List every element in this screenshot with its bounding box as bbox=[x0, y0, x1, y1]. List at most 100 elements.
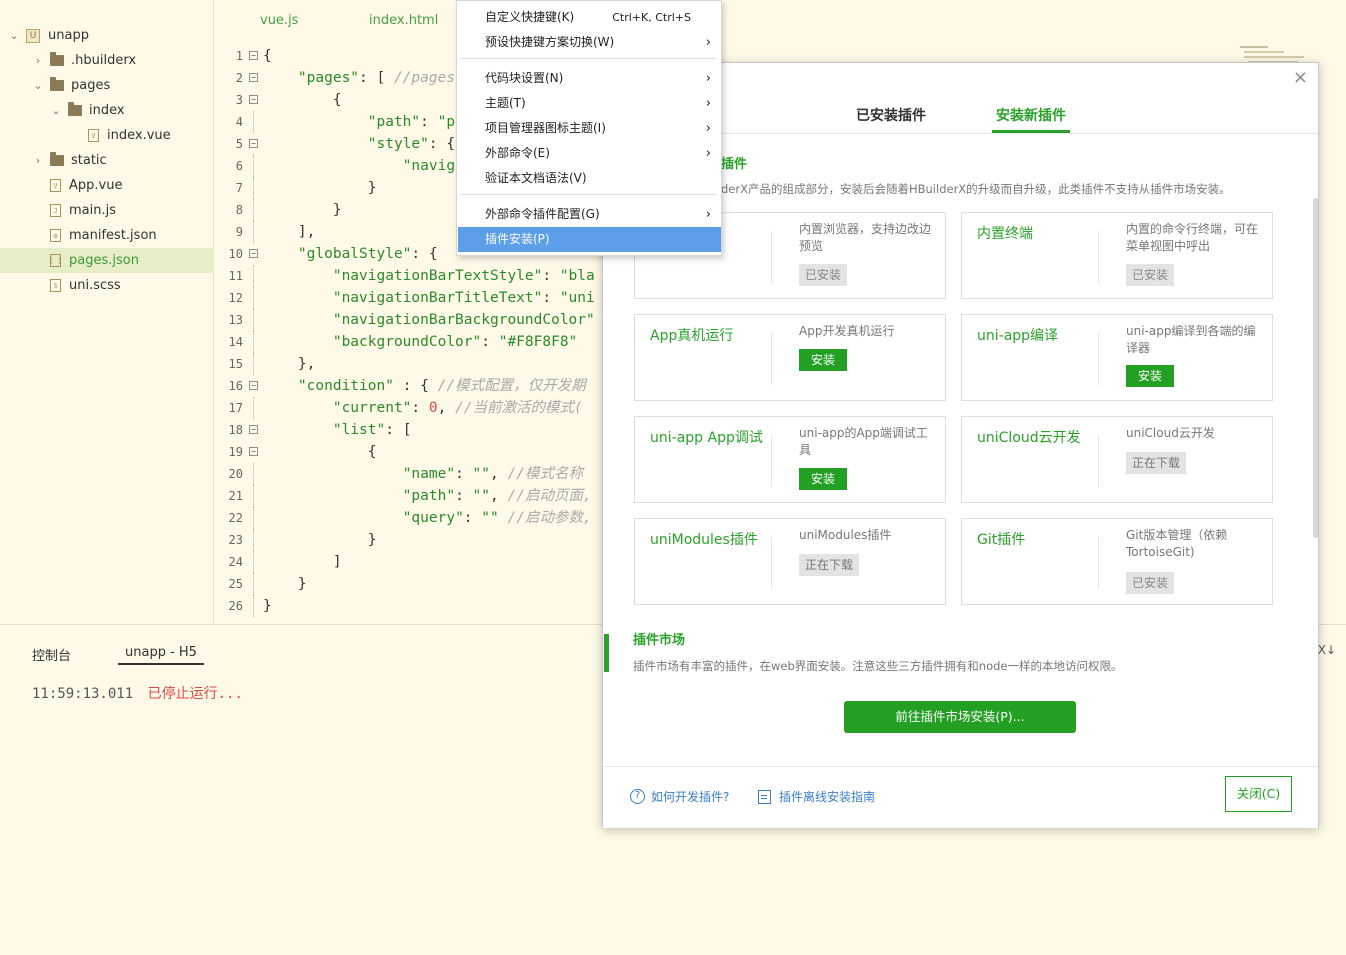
core-section-desc: derX产品的组成部分，安装后会随着HBuilderX的升级而自升级，此类插件不… bbox=[721, 182, 1231, 196]
menu-item[interactable]: 自定义快捷键(K) Ctrl+K, Ctrl+S bbox=[458, 5, 721, 30]
line-number: 23 bbox=[228, 533, 243, 547]
code-line: "path": "", //启动页面, bbox=[402, 488, 592, 504]
indent-guide bbox=[253, 199, 254, 221]
menu-item[interactable]: 外部命令(E) › bbox=[458, 141, 721, 166]
fold-toggle-icon[interactable]: − bbox=[249, 249, 258, 258]
vue-file-icon: V bbox=[88, 129, 99, 142]
chevron-down-icon[interactable]: ⌄ bbox=[8, 29, 20, 42]
card-divider bbox=[771, 231, 772, 283]
plugin-desc: App开发真机运行 bbox=[799, 324, 895, 338]
plugin-card: App真机运行 App开发真机运行安装 bbox=[634, 314, 946, 401]
code-line: "navig bbox=[402, 158, 456, 174]
menu-item[interactable]: 外部命令插件配置(G) › bbox=[458, 202, 721, 227]
js-file-icon: J bbox=[50, 204, 61, 217]
installed-badge: 已安装 bbox=[799, 264, 848, 286]
fold-toggle-icon[interactable]: − bbox=[249, 425, 258, 434]
json-file-icon: [ ] bbox=[49, 254, 62, 267]
installed-badge: 已安装 bbox=[1126, 264, 1175, 286]
line-number: 25 bbox=[228, 577, 243, 591]
tree-item[interactable]: ⌄ Uunapp bbox=[0, 23, 214, 48]
menu-item[interactable]: 预设快捷键方案切换(W) › bbox=[458, 30, 721, 55]
card-divider bbox=[1098, 537, 1099, 589]
menu-item[interactable]: 验证本文档语法(V) bbox=[458, 166, 721, 191]
code-line: } bbox=[263, 532, 377, 548]
chevron-right-icon[interactable]: › bbox=[32, 54, 44, 67]
plugin-desc: uni-app的App端调试工具 bbox=[799, 426, 928, 457]
code-line: "list": [ bbox=[332, 422, 412, 438]
indent-guide bbox=[253, 331, 254, 353]
goto-market-button[interactable]: 前往插件市场安装(P)... bbox=[844, 701, 1076, 733]
menu-item-label: 外部命令插件配置(G) bbox=[485, 207, 600, 221]
chevron-right-icon[interactable]: › bbox=[32, 154, 44, 167]
close-button[interactable]: 关闭(C) bbox=[1225, 776, 1292, 812]
tree-item[interactable]: ⌄ index bbox=[0, 98, 214, 123]
tree-item[interactable]: Jmain.js bbox=[0, 198, 214, 223]
line-number: 13 bbox=[228, 313, 243, 327]
tab-installed-plugins[interactable]: 已安装插件 bbox=[856, 105, 926, 125]
menu-item[interactable]: 插件安装(P) bbox=[458, 227, 721, 252]
offline-guide-link[interactable]: 插件离线安装指南 bbox=[758, 788, 875, 805]
indent-guide bbox=[253, 507, 254, 529]
how-to-develop-label: 如何开发插件? bbox=[651, 790, 730, 804]
menu-item-label: 插件安装(P) bbox=[485, 232, 550, 246]
line-number: 16 bbox=[228, 379, 243, 393]
line-number: 10 bbox=[228, 247, 243, 261]
tab-vue-js[interactable]: vue.js bbox=[260, 13, 298, 28]
line-number: 15 bbox=[228, 357, 243, 371]
tree-item[interactable]: › .hbuilderx bbox=[0, 48, 214, 73]
tree-item[interactable]: Suni.scss bbox=[0, 273, 214, 298]
chevron-down-icon[interactable]: ⌄ bbox=[32, 79, 44, 92]
tab-console[interactable]: 控制台 bbox=[32, 645, 71, 664]
plugin-card: uni-app App调试 uni-app的App端调试工具安装 bbox=[634, 416, 946, 503]
menu-item-label: 预设快捷键方案切换(W) bbox=[485, 35, 615, 49]
close-icon[interactable]: × bbox=[1293, 67, 1308, 88]
fold-toggle-icon[interactable]: − bbox=[249, 381, 258, 390]
code-line: "pages": [ //pages bbox=[297, 70, 456, 86]
console-clear-icon[interactable]: X↓ bbox=[1318, 643, 1336, 657]
plugin-name: App真机运行 bbox=[650, 328, 734, 344]
line-number: 21 bbox=[228, 489, 243, 503]
tab-install-new-plugins[interactable]: 安装新插件 bbox=[996, 105, 1066, 125]
indent-guide bbox=[253, 529, 254, 551]
chevron-right-icon: › bbox=[705, 207, 711, 222]
line-number: 8 bbox=[235, 203, 243, 217]
fold-toggle-icon[interactable]: − bbox=[249, 139, 258, 148]
line-number: 9 bbox=[235, 225, 243, 239]
line-number: 5 bbox=[235, 137, 243, 151]
tab-unapp-h5[interactable]: unapp - H5 bbox=[118, 645, 204, 665]
tab-index-html[interactable]: index.html bbox=[369, 13, 438, 28]
code-line: } bbox=[263, 202, 342, 218]
how-to-develop-link[interactable]: ? 如何开发插件? bbox=[630, 788, 729, 805]
menu-item[interactable]: 代码块设置(N) › bbox=[458, 66, 721, 91]
indent-guide bbox=[253, 397, 254, 419]
code-line: } bbox=[263, 576, 307, 592]
scrollbar[interactable] bbox=[1313, 198, 1318, 538]
tree-item[interactable]: ⌄ pages bbox=[0, 73, 214, 98]
fold-toggle-icon[interactable]: − bbox=[249, 95, 258, 104]
code-line: "navigationBarTitleText": "uni bbox=[332, 290, 595, 306]
menu-item[interactable]: 项目管理器图标主题(I) › bbox=[458, 116, 721, 141]
chevron-down-icon[interactable]: ⌄ bbox=[50, 104, 62, 117]
install-button[interactable]: 安装 bbox=[799, 349, 847, 371]
menu-item-label: 自定义快捷键(K) bbox=[485, 10, 575, 24]
tree-item[interactable]: V App.vue bbox=[0, 173, 214, 198]
plugin-card: Git插件 Git版本管理（依赖TortoiseGit) 已安装 bbox=[961, 518, 1273, 605]
install-button[interactable]: 安装 bbox=[1126, 365, 1174, 387]
fold-toggle-icon[interactable]: − bbox=[249, 73, 258, 82]
fold-toggle-icon[interactable]: − bbox=[249, 51, 258, 60]
scss-file-icon: S bbox=[50, 279, 61, 292]
tree-item[interactable]: [ ] pages.json bbox=[0, 248, 214, 273]
tree-item[interactable]: › static bbox=[0, 148, 214, 173]
tree-item[interactable]: ⚙ manifest.json bbox=[0, 223, 214, 248]
tree-item-label: .hbuilderx bbox=[71, 53, 137, 68]
market-section-desc: 插件市场有丰富的插件，在web界面安装。注意这些三方插件拥有和node一样的本地… bbox=[633, 659, 1123, 673]
tree-item[interactable]: Vindex.vue bbox=[0, 123, 214, 148]
plugin-name: uni-app App调试 bbox=[650, 430, 763, 446]
code-line: "query": "" //启动参数, bbox=[402, 510, 592, 526]
fold-toggle-icon[interactable]: − bbox=[249, 447, 258, 456]
install-button[interactable]: 安装 bbox=[799, 468, 847, 490]
menu-item[interactable]: 主题(T) › bbox=[458, 91, 721, 116]
chevron-right-icon: › bbox=[705, 35, 711, 50]
menu-shortcut: Ctrl+K, Ctrl+S bbox=[612, 11, 691, 24]
minimap-line bbox=[1244, 51, 1284, 53]
